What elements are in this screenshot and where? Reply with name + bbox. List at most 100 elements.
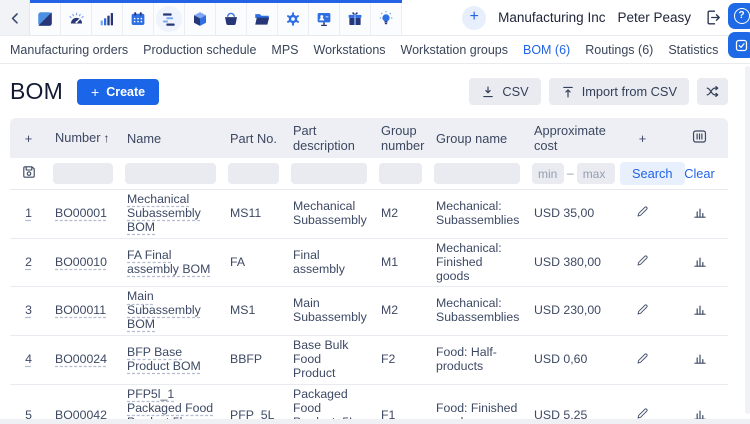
- module-dashboard-button[interactable]: [61, 3, 92, 35]
- part-description-cell: Base Bulk Food Product: [285, 336, 373, 385]
- csv-button-label: CSV: [502, 84, 528, 99]
- stock-cube-icon: [191, 10, 209, 28]
- cost-cell: USD 0,60: [526, 336, 614, 385]
- module-calendar-button[interactable]: [123, 3, 154, 35]
- module-presentation-button[interactable]: [309, 3, 340, 35]
- cost-cell: USD 35,00: [526, 190, 614, 239]
- bom-name-link[interactable]: Main Subassembly BOM: [127, 289, 201, 331]
- user-name[interactable]: Peter Peasy: [617, 10, 691, 25]
- row-chart-icon: [692, 301, 708, 317]
- module-stock-button[interactable]: [185, 3, 216, 35]
- group-number-cell: M2: [373, 287, 428, 336]
- help-button[interactable]: ?: [728, 3, 750, 29]
- clear-button[interactable]: Clear: [677, 167, 722, 181]
- module-logo-button[interactable]: [30, 3, 61, 35]
- filter-part-description-input[interactable]: [291, 163, 367, 184]
- header-add-column[interactable]: +: [614, 118, 671, 158]
- row-chart-icon: [692, 350, 708, 366]
- cost-min-input[interactable]: [532, 163, 564, 184]
- header-cost-label: Approximate cost: [534, 123, 606, 153]
- header-number[interactable]: Number↑: [47, 118, 119, 158]
- bom-number-link[interactable]: BO00011: [55, 303, 106, 317]
- tab-manufacturing-orders[interactable]: Manufacturing orders: [10, 43, 128, 57]
- csv-export-button[interactable]: CSV: [469, 78, 540, 105]
- module-tips-button[interactable]: [371, 3, 402, 35]
- bom-table: + Number↑ Name Part No. Part description…: [10, 118, 728, 424]
- download-icon: [481, 85, 495, 99]
- table-row: 3 BO00011 Main Subassembly BOM MS1 Main …: [10, 287, 728, 336]
- tasks-button[interactable]: [728, 32, 750, 58]
- page-bottom-strip: [0, 419, 750, 424]
- logout-button[interactable]: [703, 8, 722, 27]
- part-no-cell: MS1: [222, 287, 285, 336]
- row-statistics-button[interactable]: [692, 204, 708, 220]
- bom-number-link[interactable]: BO00024: [55, 352, 107, 366]
- module-statistics-button[interactable]: [92, 3, 123, 35]
- filter-part-no-input[interactable]: [228, 163, 279, 184]
- row-index-link[interactable]: 2: [25, 255, 32, 269]
- header-actions: CSV Import from CSV: [469, 78, 728, 105]
- header-add-row[interactable]: +: [10, 118, 47, 158]
- back-button[interactable]: [0, 0, 30, 35]
- tab-workstation-groups[interactable]: Workstation groups: [401, 43, 508, 57]
- filter-name-input[interactable]: [125, 163, 216, 184]
- tab-statistics[interactable]: Statistics: [668, 43, 718, 57]
- gift-icon: [346, 10, 364, 28]
- module-crm-button[interactable]: [247, 3, 278, 35]
- row-index-link[interactable]: 4: [25, 352, 32, 366]
- edit-row-button[interactable]: [635, 351, 650, 366]
- tab-mps[interactable]: MPS: [271, 43, 298, 57]
- module-rewards-button[interactable]: [340, 3, 371, 35]
- cost-max-input[interactable]: [577, 163, 615, 184]
- company-name[interactable]: Manufacturing Inc: [498, 10, 605, 25]
- tab-production-schedule[interactable]: Production schedule: [143, 43, 256, 57]
- row-statistics-button[interactable]: [692, 253, 708, 269]
- row-index-link[interactable]: 1: [25, 206, 32, 220]
- header-name[interactable]: Name: [119, 118, 222, 158]
- tab-bom[interactable]: BOM (6): [523, 43, 570, 57]
- bom-name-link[interactable]: BFP Base Product BOM: [127, 345, 201, 373]
- edit-row-button[interactable]: [635, 302, 650, 317]
- module-production-planning-button[interactable]: [154, 3, 185, 35]
- cost-range-filter: –: [532, 163, 608, 184]
- group-name-cell: Mechanical: Subassemblies: [428, 287, 526, 336]
- module-settings-button[interactable]: [278, 3, 309, 35]
- header-part-no[interactable]: Part No.: [222, 118, 285, 158]
- bom-name-link[interactable]: FA Final assembly BOM: [127, 248, 210, 276]
- bom-number-link[interactable]: BO00001: [55, 206, 107, 220]
- shuffle-button[interactable]: [697, 78, 728, 105]
- pencil-icon: [635, 204, 650, 219]
- header-group-name[interactable]: Group name: [428, 118, 526, 158]
- row-index-link[interactable]: 3: [25, 303, 32, 317]
- pencil-icon: [635, 351, 650, 366]
- header-approximate-cost[interactable]: Approximate cost: [526, 118, 614, 158]
- header-group-number[interactable]: Group number: [373, 118, 428, 158]
- tab-routings[interactable]: Routings (6): [585, 43, 653, 57]
- import-csv-button[interactable]: Import from CSV: [549, 78, 689, 105]
- module-procurement-button[interactable]: [216, 3, 247, 35]
- quick-add-button[interactable]: +: [462, 6, 486, 30]
- vertical-scrollbar[interactable]: [745, 66, 750, 414]
- save-filter-cell[interactable]: [10, 158, 47, 190]
- calendar-icon: [129, 10, 147, 28]
- page-header: BOM + Create CSV Import from CSV: [0, 64, 750, 118]
- bom-number-link[interactable]: BO00010: [55, 255, 107, 269]
- save-filter-icon: [21, 164, 37, 180]
- edit-row-button[interactable]: [635, 204, 650, 219]
- header-part-description[interactable]: Part description: [285, 118, 373, 158]
- create-button[interactable]: + Create: [77, 79, 159, 105]
- pencil-icon: [635, 302, 650, 317]
- tab-workstations[interactable]: Workstations: [314, 43, 386, 57]
- part-description-cell: Mechanical Subassembly: [285, 190, 373, 239]
- header-part-description-label: Part description: [293, 123, 355, 153]
- edit-row-button[interactable]: [635, 253, 650, 268]
- table-row: 2 BO00010 FA Final assembly BOM FA Final…: [10, 238, 728, 287]
- row-statistics-button[interactable]: [692, 301, 708, 317]
- filter-group-number-input[interactable]: [379, 163, 422, 184]
- header-column-settings[interactable]: [671, 118, 728, 158]
- filter-group-name-input[interactable]: [434, 163, 520, 184]
- lightbulb-icon: [377, 10, 395, 28]
- filter-number-input[interactable]: [53, 163, 113, 184]
- bom-name-link[interactable]: Mechanical Subassembly BOM: [127, 192, 201, 234]
- row-statistics-button[interactable]: [692, 350, 708, 366]
